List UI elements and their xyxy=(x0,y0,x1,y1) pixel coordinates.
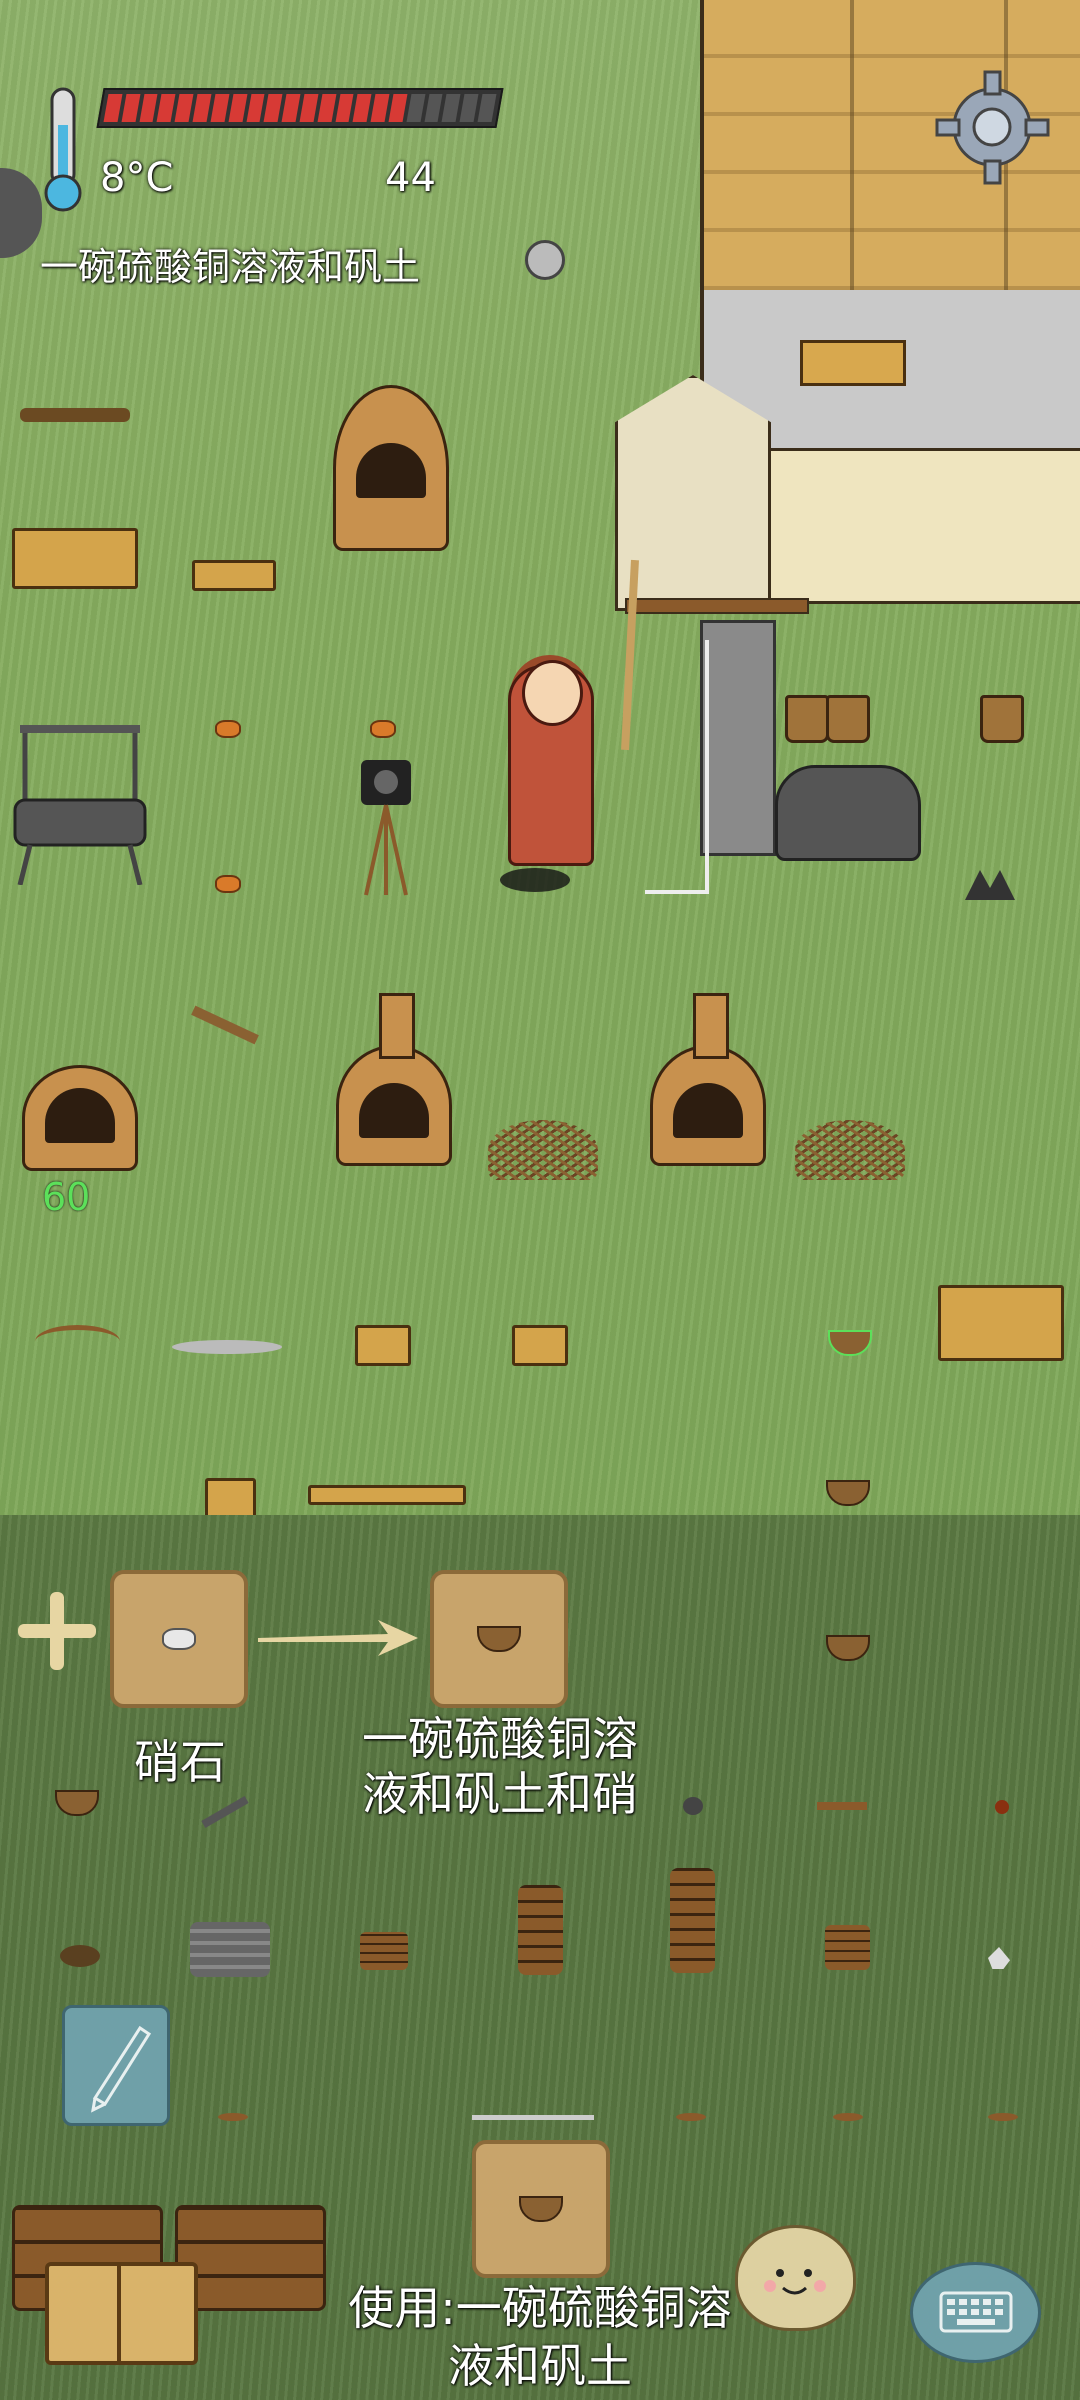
player-head xyxy=(522,660,583,726)
board[interactable] xyxy=(192,560,276,591)
meat-skewer-box[interactable] xyxy=(800,340,906,386)
stone[interactable] xyxy=(683,1797,703,1815)
kindling-pile[interactable] xyxy=(795,1120,905,1180)
hunger-bar-segment xyxy=(299,94,319,122)
firewood[interactable] xyxy=(512,1325,568,1366)
white-stone-block[interactable] xyxy=(615,375,771,611)
charcoal-grill[interactable] xyxy=(10,715,150,886)
temperature-readout: 8°C xyxy=(100,155,174,201)
bowl-icon xyxy=(477,1626,521,1652)
ingredient-name: 硝石 xyxy=(134,1735,226,1789)
result-slot[interactable] xyxy=(430,1570,568,1708)
keyboard-icon[interactable] xyxy=(910,2262,1041,2363)
well-beam xyxy=(625,598,809,614)
hunger-bar-segment xyxy=(174,94,194,122)
bucket[interactable] xyxy=(980,695,1024,743)
hunger-bar-segment xyxy=(121,94,141,122)
ingredient-slot[interactable] xyxy=(110,1570,248,1708)
clay-plates-stack[interactable] xyxy=(518,1885,563,1975)
floating-number: 60 xyxy=(42,1175,91,1219)
coal-pile[interactable] xyxy=(500,868,570,892)
gear-icon[interactable] xyxy=(935,70,1050,185)
emote-face-icon[interactable] xyxy=(735,2225,856,2331)
tin-can-icon[interactable] xyxy=(525,240,565,280)
long-log[interactable] xyxy=(308,1485,466,1505)
hunger-bar-segment xyxy=(210,94,230,122)
seed[interactable] xyxy=(218,2113,248,2121)
flint[interactable] xyxy=(215,720,241,738)
boards-stack[interactable] xyxy=(12,528,138,589)
hunger-bar-segment xyxy=(335,94,354,122)
firewood[interactable] xyxy=(205,1478,256,1519)
hunger-bar-segment xyxy=(246,94,265,122)
hunger-bar-segment xyxy=(281,94,301,122)
hunger-bar-segment xyxy=(352,94,372,122)
flint[interactable] xyxy=(215,875,241,893)
adobe-kiln-chimney[interactable] xyxy=(336,993,452,1166)
hunger-bar-segment xyxy=(103,94,123,122)
forge-kiln[interactable] xyxy=(650,993,766,1166)
clay-plates[interactable] xyxy=(825,1925,870,1970)
kindling-pile[interactable] xyxy=(488,1120,598,1180)
rope[interactable] xyxy=(472,2115,594,2120)
hunger-bar-segment xyxy=(459,94,479,122)
tripod-camera[interactable] xyxy=(356,760,416,900)
fish-crate[interactable] xyxy=(938,1285,1064,1361)
clay-plates-stack[interactable] xyxy=(670,1868,715,1973)
plaster-wall xyxy=(760,448,1080,604)
food-counter: 44 xyxy=(385,155,436,201)
adobe-kiln[interactable] xyxy=(22,1065,138,1171)
seed[interactable] xyxy=(988,2113,1018,2121)
bow[interactable] xyxy=(35,1325,120,1358)
well-stones[interactable] xyxy=(775,765,921,861)
plus-icon xyxy=(18,1592,96,1670)
bucket[interactable] xyxy=(826,695,870,743)
hunger-bar-segment xyxy=(441,94,461,122)
fish[interactable] xyxy=(172,1340,282,1354)
mushroom[interactable] xyxy=(60,1945,100,1967)
hunger-bar-segment xyxy=(406,94,426,122)
stone-slabs[interactable] xyxy=(190,1922,270,1977)
use-item-slot[interactable] xyxy=(472,2140,610,2278)
clay-oven[interactable] xyxy=(333,385,449,551)
hunger-bar-segment xyxy=(388,94,408,122)
saltpeter-icon xyxy=(162,1628,196,1650)
seed[interactable] xyxy=(833,2113,863,2121)
selection-marker xyxy=(645,640,709,894)
well-pillar xyxy=(700,620,776,856)
pencil-icon[interactable] xyxy=(62,2005,170,2126)
berry[interactable] xyxy=(995,1800,1009,1814)
firewood[interactable] xyxy=(355,1325,411,1366)
thermometer-icon xyxy=(38,85,88,215)
hunger-bar xyxy=(96,88,504,128)
arrow-right-icon xyxy=(258,1618,418,1658)
result-name: 一碗硫酸铜溶液和矾土和硝 xyxy=(362,1712,638,1822)
held-item-label: 一碗硫酸铜溶液和矾土 xyxy=(40,245,421,289)
hunger-bar-segment xyxy=(156,94,176,122)
hunger-bar-segment xyxy=(228,94,247,122)
hunger-bar-segment xyxy=(424,94,443,122)
bowl-icon xyxy=(519,2196,563,2222)
hunger-bar-segment xyxy=(263,94,283,122)
hunger-bar-segment xyxy=(477,94,497,122)
hunger-bar-segment xyxy=(317,94,337,122)
seed[interactable] xyxy=(676,2113,706,2121)
well-bucket[interactable] xyxy=(785,695,829,743)
clay-plates[interactable] xyxy=(360,1932,408,1970)
use-item-label: 使用:一碗硫酸铜溶液和矾土 xyxy=(348,2281,732,2393)
hunger-bar-segment xyxy=(192,94,212,122)
dead-animal[interactable] xyxy=(20,408,130,422)
hunger-bar-segment xyxy=(139,94,158,122)
flint[interactable] xyxy=(370,720,396,738)
recipe-book-icon[interactable] xyxy=(45,2262,198,2365)
hunger-bar-segment xyxy=(370,94,390,122)
stick[interactable] xyxy=(817,1802,867,1810)
